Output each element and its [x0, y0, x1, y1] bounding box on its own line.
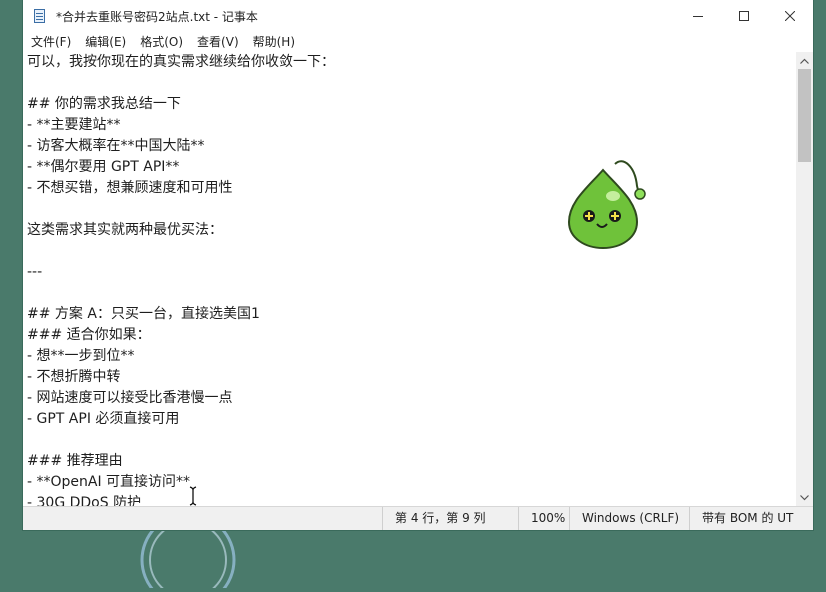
menu-file[interactable]: 文件(F) [24, 32, 78, 52]
zoom-level: 100% [518, 507, 570, 530]
window-title: *合并去重账号密码2站点.txt - 记事本 [56, 9, 258, 24]
text-line [23, 283, 796, 304]
cursor-position: 第 4 行，第 9 列 [382, 507, 512, 530]
text-line: - **主要建站** [27, 117, 121, 133]
text-editor[interactable]: 可以，我按你现在的真实需求继续给你收敛一下： ## 你的需求我总结一下 - **… [23, 52, 796, 506]
menu-help[interactable]: 帮助(H) [246, 32, 302, 52]
minimize-icon [693, 16, 703, 17]
text-line [23, 199, 796, 220]
line-ending: Windows (CRLF) [569, 507, 689, 530]
text-line: - 不想买错，想兼顾速度和可用性 [27, 180, 233, 196]
scroll-up-arrow[interactable] [796, 52, 813, 69]
menu-view[interactable]: 查看(V) [190, 32, 246, 52]
text-line: ## 方案 A：只买一台，直接选美国1 [27, 306, 260, 322]
maximize-icon [739, 11, 749, 21]
chevron-up-icon [800, 58, 809, 64]
text-line: ## 你的需求我总结一下 [27, 96, 181, 112]
notepad-icon [32, 8, 48, 24]
text-line: - **OpenAI 可直接访问** [27, 474, 191, 490]
slime-mascot[interactable] [567, 156, 649, 252]
menu-format[interactable]: 格式(O) [133, 32, 190, 52]
close-icon [785, 11, 795, 21]
scroll-thumb[interactable] [798, 69, 811, 162]
notepad-window: *合并去重账号密码2站点.txt - 记事本 文件(F) 编辑(E) 格式(O)… [23, 0, 813, 530]
close-button[interactable] [767, 0, 813, 32]
text-line [23, 430, 796, 451]
chevron-down-icon [800, 494, 809, 500]
text-line: --- [27, 264, 43, 280]
scroll-down-arrow[interactable] [796, 489, 813, 506]
text-line: ### 推荐理由 [27, 453, 123, 469]
title-bar[interactable]: *合并去重账号密码2站点.txt - 记事本 [23, 0, 813, 32]
vertical-scrollbar[interactable] [796, 52, 813, 506]
text-line [23, 241, 796, 262]
status-bar: 第 4 行，第 9 列 100% Windows (CRLF) 带有 BOM 的… [23, 506, 813, 530]
text-line: 这类需求其实就两种最优买法： [27, 222, 223, 238]
text-line: - 30G DDoS 防护 [27, 495, 142, 506]
encoding: 带有 BOM 的 UT [689, 507, 813, 530]
text-line: - 访客大概率在**中国大陆** [27, 138, 205, 154]
menu-bar: 文件(F) 编辑(E) 格式(O) 查看(V) 帮助(H) [23, 32, 813, 52]
text-line: - 不想折腾中转 [27, 369, 121, 385]
menu-edit[interactable]: 编辑(E) [78, 32, 133, 52]
text-line [23, 73, 796, 94]
text-line: 可以，我按你现在的真实需求继续给你收敛一下： [27, 54, 335, 70]
text-line: ### 适合你如果： [27, 327, 151, 343]
text-line: - 网站速度可以接受比香港慢一点 [27, 390, 233, 406]
minimize-button[interactable] [675, 0, 721, 32]
text-cursor-icon [189, 486, 197, 506]
text-line: - **偶尔要用 GPT API** [27, 159, 180, 175]
text-line: - 想**一步到位** [27, 348, 135, 364]
text-line: - GPT API 必须直接可用 [27, 411, 180, 427]
window-controls [675, 0, 813, 32]
maximize-button[interactable] [721, 0, 767, 32]
